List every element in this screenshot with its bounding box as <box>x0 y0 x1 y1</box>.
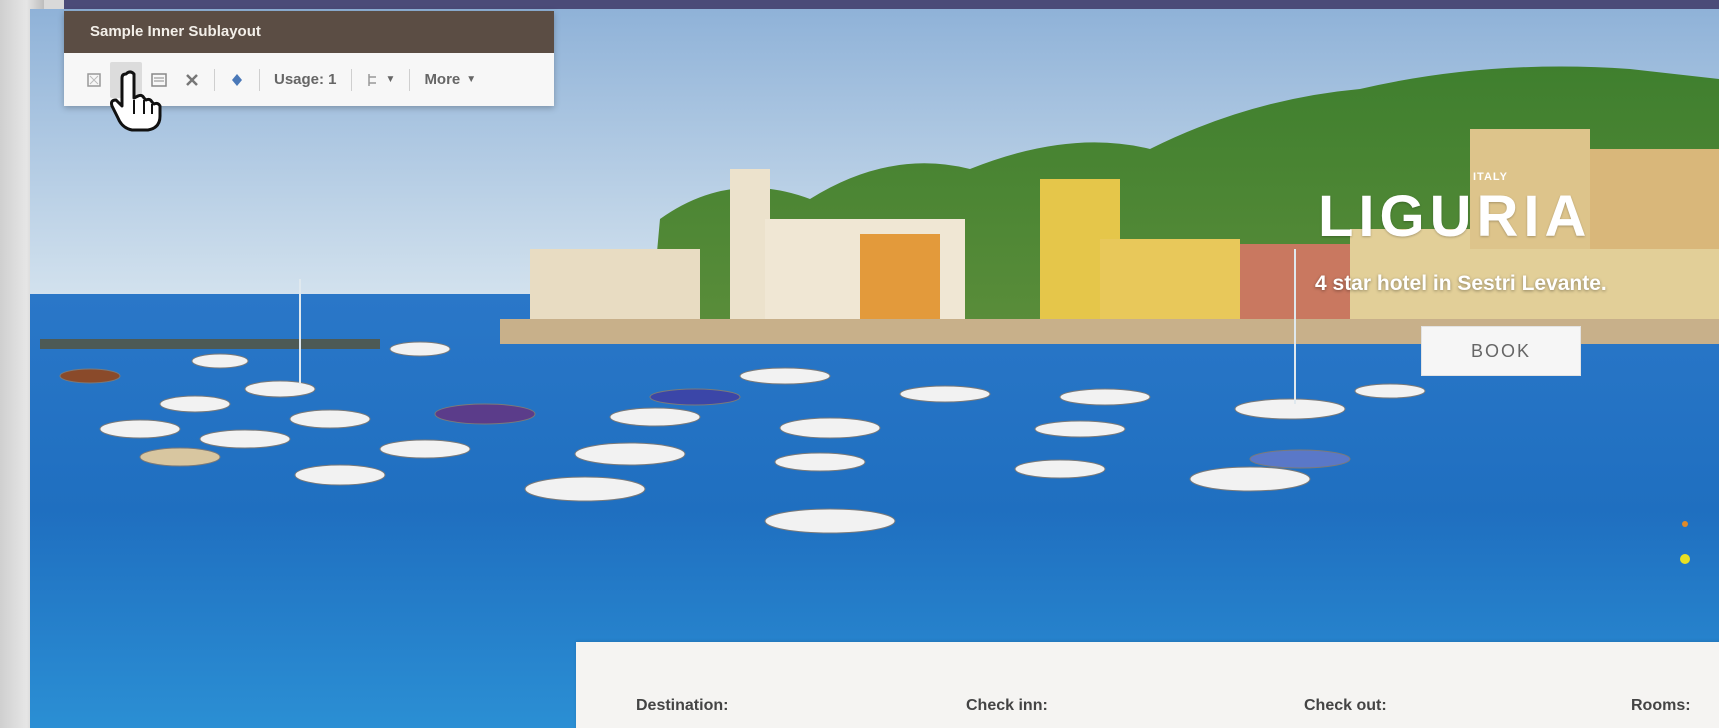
usage-button[interactable]: Usage: 1 <box>266 62 345 98</box>
toolbar-divider <box>214 68 215 91</box>
more-dropdown[interactable]: More ▼ <box>416 62 484 98</box>
hero-title: LIGURIA <box>1318 184 1592 249</box>
chevron-down-icon: ▼ <box>466 74 477 85</box>
destination-label: Destination: <box>636 697 729 714</box>
hierarchy-icon <box>367 73 376 86</box>
book-button[interactable]: BOOK <box>1421 326 1581 376</box>
chevron-down-icon: ▼ <box>385 74 396 85</box>
toolbar-divider <box>259 68 260 91</box>
booking-panel: Destination: Check inn: Check out: Rooms… <box>576 642 1719 728</box>
checkout-label: Check out: <box>1304 697 1387 714</box>
hand-cursor-icon <box>110 70 162 132</box>
select-icon[interactable] <box>78 62 110 98</box>
screen-photo: ITALY LIGURIA 4 star hotel in Sestri Lev… <box>0 0 1719 728</box>
datasource-icon[interactable] <box>221 62 253 98</box>
hero-kicker: ITALY <box>1473 171 1508 183</box>
delete-icon[interactable] <box>176 62 208 98</box>
rooms-label: Rooms: <box>1631 697 1691 714</box>
more-label: More <box>424 71 461 88</box>
sublayout-title: Sample Inner Sublayout <box>64 11 554 53</box>
hero-banner: ITALY LIGURIA 4 star hotel in Sestri Lev… <box>30 9 1719 728</box>
hierarchy-dropdown[interactable]: ▼ <box>358 62 404 98</box>
hero-subtitle: 4 star hotel in Sestri Levante. <box>1315 272 1607 295</box>
toolbar-divider <box>409 68 411 91</box>
checkin-label: Check inn: <box>966 697 1048 714</box>
toolbar-divider <box>350 68 352 91</box>
editor-top-bar <box>64 0 1719 9</box>
